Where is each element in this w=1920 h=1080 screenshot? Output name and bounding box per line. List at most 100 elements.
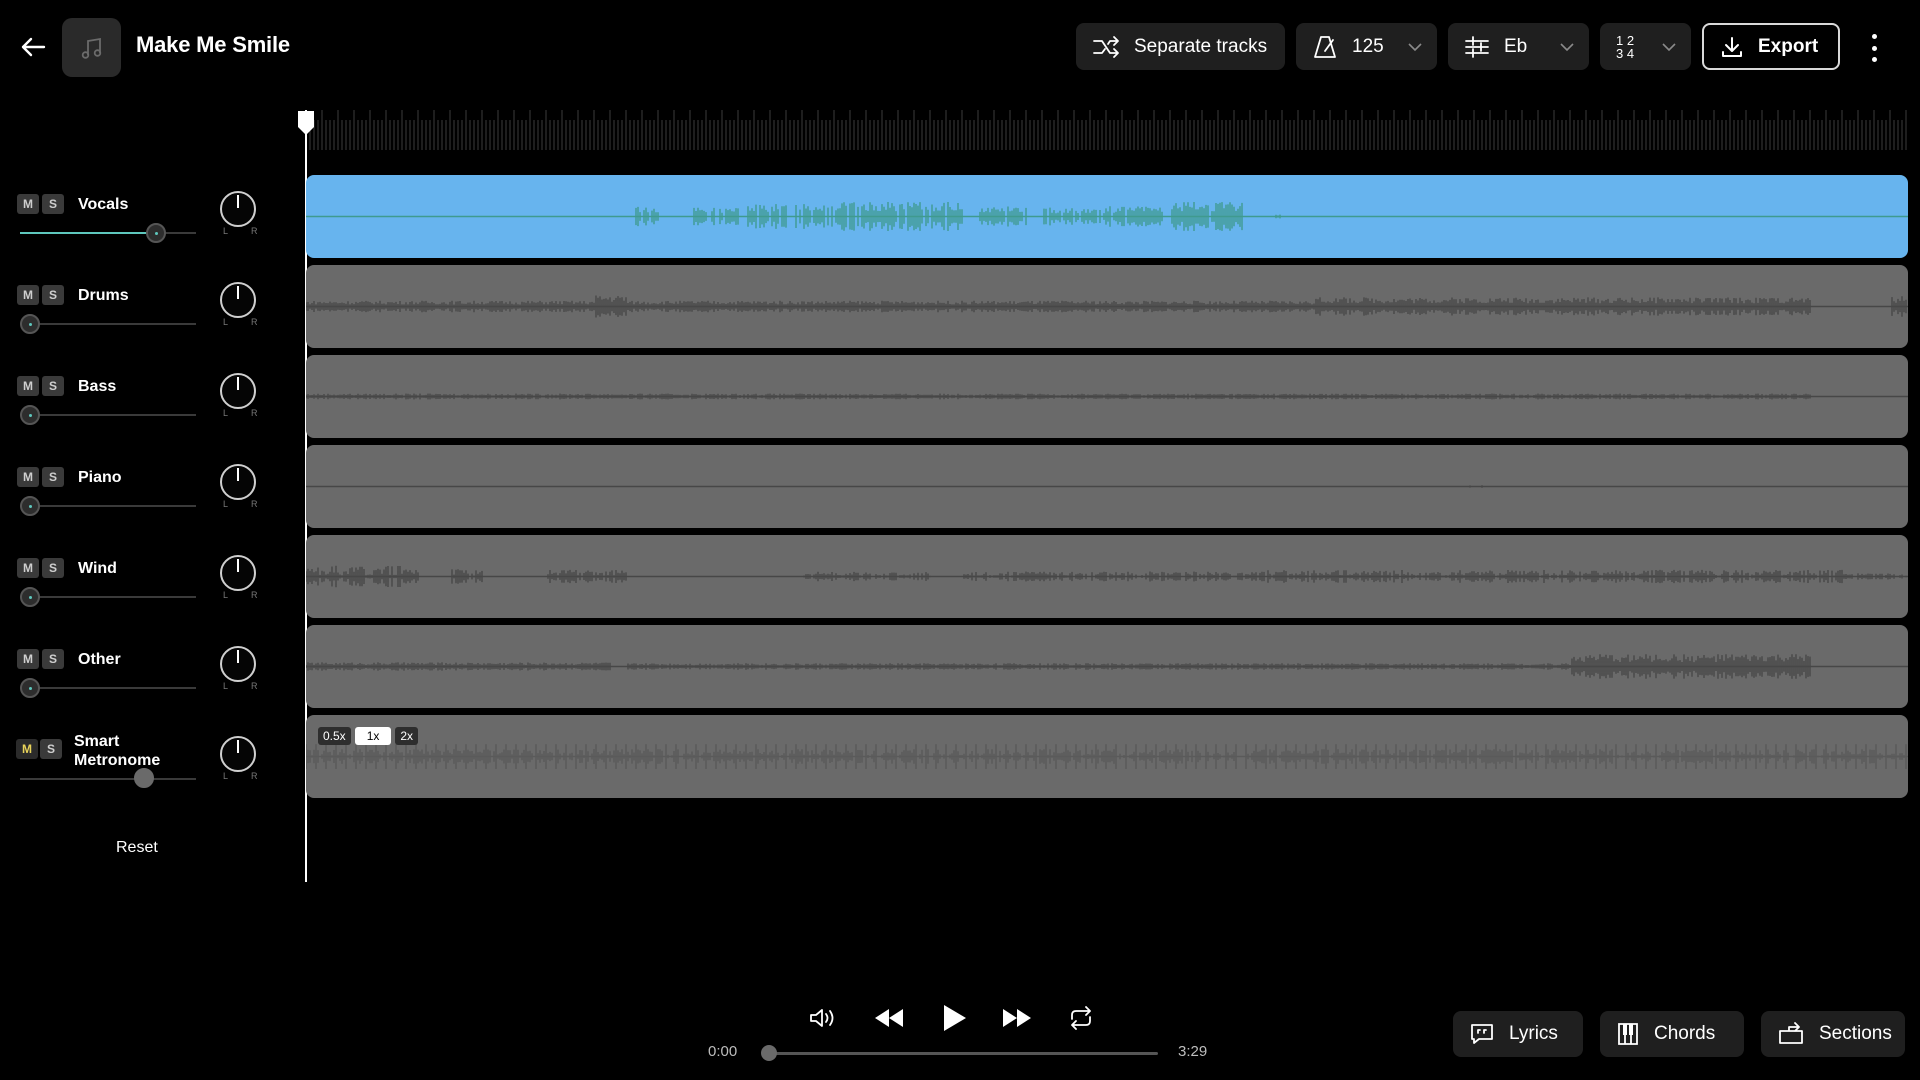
separate-tracks-button[interactable]: Separate tracks [1076,23,1285,70]
chevron-down-icon [1560,42,1574,51]
volume-slider-wind[interactable] [20,596,196,598]
mute-button-piano[interactable]: M [17,467,39,487]
mute-button-vocals[interactable]: M [17,194,39,214]
time-signature-dropdown[interactable]: 1 2 3 4 [1600,23,1691,70]
lyrics-label: Lyrics [1509,1023,1558,1044]
mute-button-bass[interactable]: M [17,376,39,396]
lane-piano[interactable] [306,445,1908,528]
volume-slider-drums[interactable] [20,323,196,325]
pan-knob-smart-metronome[interactable] [220,736,256,772]
sections-button[interactable]: Sections [1761,1011,1905,1057]
pan-left-label: L [223,226,229,236]
volume-thumb-wind[interactable] [20,587,40,607]
back-button[interactable] [14,28,52,66]
mute-button-wind[interactable]: M [17,558,39,578]
volume-slider-smart-metronome[interactable] [20,778,196,780]
lane-drums[interactable] [306,265,1908,348]
export-button[interactable]: Export [1702,23,1840,70]
progress-thumb[interactable] [761,1045,777,1061]
solo-button-bass[interactable]: S [42,376,64,396]
solo-button-drums[interactable]: S [42,285,64,305]
tempo-dropdown[interactable]: 125 [1296,23,1437,70]
volume-slider-bass[interactable] [20,414,196,416]
rewind-button[interactable] [867,1000,911,1036]
pan-left-label: L [223,590,229,600]
playhead-marker[interactable] [296,110,316,136]
solo-button-piano[interactable]: S [42,467,64,487]
volume-thumb-bass[interactable] [20,405,40,425]
pan-right-label: R [251,590,258,600]
pan-left-label: L [223,771,229,781]
export-label: Export [1758,35,1819,57]
speed-1x[interactable]: 1x [354,727,392,745]
pan-right-label: R [251,408,258,418]
mute-button-drums[interactable]: M [17,285,39,305]
chevron-down-icon [1662,42,1676,51]
solo-button-other[interactable]: S [42,649,64,669]
speed-2x[interactable]: 2x [395,727,419,745]
pan-knob-other[interactable] [220,646,256,682]
meter-top: 1 2 [1616,32,1635,48]
chevron-down-icon [1408,42,1422,51]
key-dropdown[interactable]: Eb [1448,23,1589,70]
pan-knob-wind[interactable] [220,555,256,591]
sections-icon [1779,1022,1803,1044]
track-name-bass: Bass [78,378,117,395]
volume-button[interactable] [801,1000,845,1036]
lyrics-button[interactable]: Lyrics [1453,1011,1583,1057]
volume-thumb-vocals[interactable] [146,223,166,243]
track-name-vocals: Vocals [78,196,129,213]
play-button[interactable] [932,1000,976,1036]
pan-right-label: R [251,771,258,781]
solo-button-wind[interactable]: S [42,558,64,578]
separate-tracks-label: Separate tracks [1134,35,1268,57]
volume-slider-other[interactable] [20,687,196,689]
lane-smart-metronome[interactable] [306,715,1908,798]
chords-button[interactable]: Chords [1600,1011,1744,1057]
loop-button[interactable] [1059,1000,1103,1036]
lane-vocals[interactable] [306,175,1908,258]
tempo-value: 125 [1352,35,1384,57]
volume-thumb-smart-metronome[interactable] [134,768,154,788]
pan-left-label: L [223,681,229,691]
time-current: 0:00 [708,1043,738,1060]
volume-thumb-drums[interactable] [20,314,40,334]
lane-bass[interactable] [306,355,1908,438]
volume-thumb-other[interactable] [20,678,40,698]
reset-button[interactable]: Reset [116,839,158,857]
speed-0-5x[interactable]: 0.5x [318,727,351,745]
lane-wind[interactable] [306,535,1908,618]
volume-thumb-piano[interactable] [20,496,40,516]
back-arrow-icon [21,37,46,57]
split-icon [1093,35,1119,58]
pan-right-label: R [251,317,258,327]
fast-forward-button[interactable] [995,1000,1039,1036]
solo-button-vocals[interactable]: S [42,194,64,214]
chords-label: Chords [1654,1023,1716,1044]
mute-button-smart-metronome[interactable]: M [16,739,38,759]
pan-knob-bass[interactable] [220,373,256,409]
pan-right-label: R [251,681,258,691]
progress-bar[interactable] [770,1052,1158,1055]
pan-knob-drums[interactable] [220,282,256,318]
volume-slider-piano[interactable] [20,505,196,507]
song-title: Make Me Smile [136,32,290,57]
track-name-drums: Drums [78,287,129,304]
pan-knob-vocals[interactable] [220,191,256,227]
solo-button-smart-metronome[interactable]: S [40,739,62,759]
timeline-ruler[interactable] [306,110,1908,150]
kebab-icon[interactable] [1862,34,1886,62]
download-icon [1722,36,1742,57]
mute-button-other[interactable]: M [17,649,39,669]
lyrics-icon [1471,1024,1493,1044]
volume-icon [810,1009,834,1027]
chords-icon [1618,1023,1638,1045]
volume-slider-vocals[interactable] [20,232,196,234]
sections-label: Sections [1819,1023,1892,1044]
loop-icon [1071,1006,1091,1030]
lane-other[interactable] [306,625,1908,708]
track-name-line1: Smart [74,733,120,750]
pan-knob-piano[interactable] [220,464,256,500]
pan-left-label: L [223,408,229,418]
metronome-icon [1314,35,1336,58]
